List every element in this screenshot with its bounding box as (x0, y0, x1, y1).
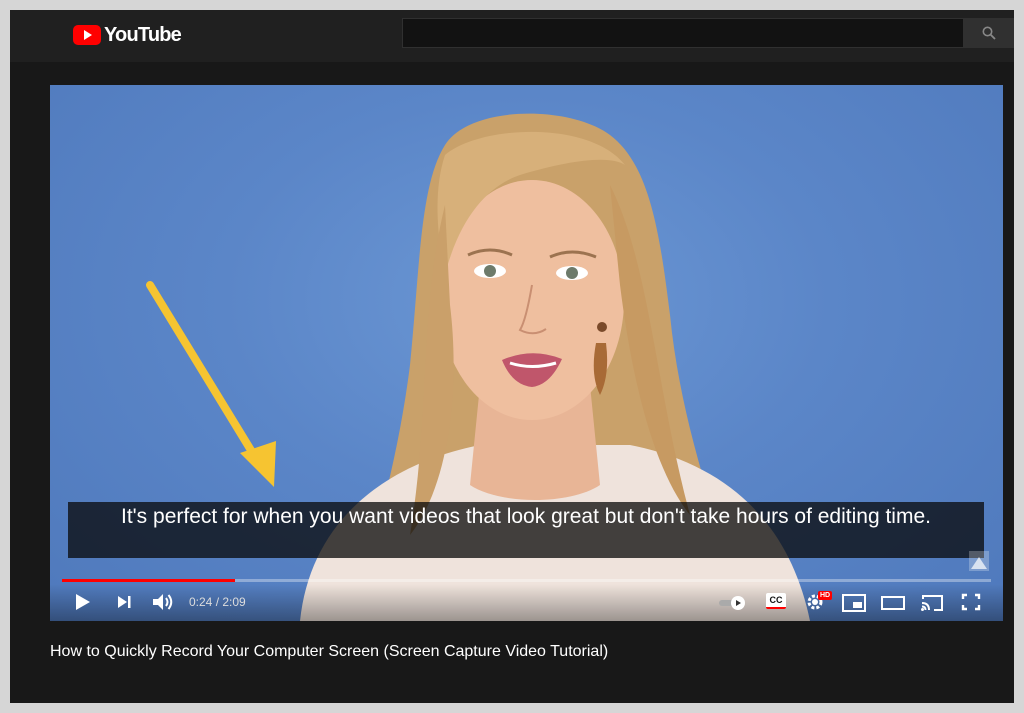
time-separator: / (212, 595, 223, 609)
branding-watermark-icon[interactable] (969, 551, 989, 571)
search-icon (982, 26, 996, 40)
youtube-play-logo-icon (73, 25, 101, 45)
progress-played (62, 579, 235, 582)
time-display: 0:24 / 2:09 (189, 595, 246, 609)
video-title: How to Quickly Record Your Computer Scre… (50, 643, 609, 660)
page-frame: YouTube It's perfect for when you want v… (10, 10, 1014, 703)
player-controls: 0:24 / 2:09 CC HD (50, 584, 1003, 621)
play-icon[interactable] (74, 592, 92, 612)
video-player[interactable]: It's perfect for when you want videos th… (50, 85, 1003, 621)
hd-badge: HD (818, 591, 833, 600)
next-icon[interactable] (116, 594, 132, 610)
youtube-logo[interactable]: YouTube (73, 23, 182, 47)
cast-icon[interactable] (920, 594, 944, 612)
miniplayer-icon[interactable] (842, 594, 866, 612)
search-input[interactable] (402, 18, 964, 48)
captions-button[interactable]: CC (766, 593, 786, 609)
fullscreen-icon[interactable] (961, 593, 981, 611)
masthead: YouTube (10, 10, 1014, 62)
logo-text: YouTube (104, 23, 182, 46)
duration: 2:09 (222, 595, 246, 609)
captions-icon: CC (766, 593, 786, 609)
caption-text: It's perfect for when you want videos th… (68, 502, 984, 558)
volume-icon[interactable] (151, 592, 175, 612)
settings-button[interactable]: HD (806, 591, 833, 611)
theater-mode-icon[interactable] (881, 595, 905, 611)
progress-bar[interactable] (62, 579, 991, 582)
search-button[interactable] (964, 18, 1014, 48)
autoplay-toggle-icon[interactable] (718, 595, 748, 611)
current-time: 0:24 (189, 595, 213, 609)
